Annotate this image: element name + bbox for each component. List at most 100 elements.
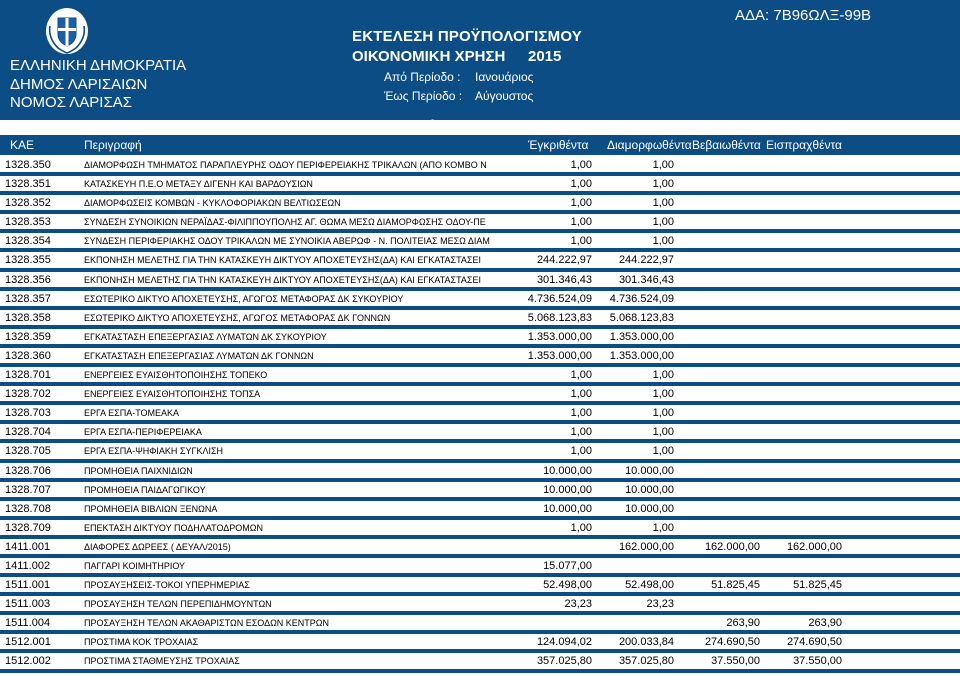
formed-cell: 1,00 — [652, 521, 674, 534]
formed-cell: 10.000,00 — [625, 483, 674, 496]
table-row: 1411.002 ΠΑΓΓΑΡΙ ΚΟΙΜΗΤΗΡΙΟΥ 15.077,00 — [0, 558, 960, 578]
kae-cell: 1511.003 — [5, 598, 51, 611]
ada-code: ΑΔΑ: 7Β96ΩΛΞ-99Β — [735, 7, 872, 24]
kae-cell: 1328.351 — [5, 178, 51, 191]
formed-cell: 1,00 — [652, 426, 674, 439]
certified-cell: 51.825,45 — [711, 579, 760, 592]
kae-cell: 1328.706 — [5, 464, 51, 477]
column-header-bar: ΚΑΕ Περιγραφή Έγκριθέντα Διαμορφωθέντα Β… — [0, 135, 960, 155]
table-row: 1328.707 ΠΡΟΜΗΘΕΙΑ ΠΑΙΔΑΓΩΓΙΚΟΥ 10.000,00 1… — [0, 482, 960, 501]
kae-cell: 1328.709 — [5, 521, 51, 534]
formed-cell: 23,23 — [646, 598, 674, 611]
certified-cell: 263,90 — [726, 617, 760, 630]
fiscal-year-line: ΟΙΚΟΝΟΜΙΚΗ ΧΡΗΣΗ 2015 — [352, 48, 561, 65]
report-subtitle: Προϋπολογισμός Εσόδων — [376, 117, 552, 133]
certified-cell: 162.000,00 — [704, 540, 760, 553]
formed-cell: 1,00 — [652, 388, 674, 401]
formed-cell: 5.068.123,83 — [609, 311, 674, 324]
column-formed: Διαμορφωθέντα — [607, 138, 692, 152]
kae-cell: 1328.357 — [5, 292, 51, 305]
table-row: 1328.354 ΣΥΝΔΕΣΗ ΠΕΡΙΦΕΡΙΑΚΗΣ ΟΔΟΥ ΤΡΙΚΑΛ… — [0, 233, 960, 253]
approved-cell: 244.222,97 — [536, 254, 592, 267]
table-row: 1511.004 ΠΡΟΣΑΥΞΗΣΗ ΤΕΛΩΝ ΑΚΑΘΑΡΙΣΤΩΝ ΕΣΟ… — [0, 615, 960, 635]
kae-cell: 1411.002 — [5, 559, 51, 572]
country-name: ΕΛΛΗΝΙΚΗ ΔΗΜΟΚΡΑΤΙΑ — [10, 57, 187, 74]
description-cell: ΠΡΟΜΗΘΕΙΑ ΠΑΙΔΑΓΩΓΙΚΟΥ — [84, 484, 206, 495]
approved-cell: 1,00 — [570, 388, 592, 401]
table-row: 1328.358 ΕΣΩΤΕΡΙΚΟ ΔΙΚΤΥΟ ΑΠΟΧΕΤΕΥΣΗΣ, ΑΓ… — [0, 310, 960, 329]
fiscal-year-label: ΟΙΚΟΝΟΜΙΚΗ ΧΡΗΣΗ — [352, 48, 506, 65]
table-row: 1328.356 ΕΚΠΟΝΗΣΗ ΜΕΛΕΤΗΣ ΓΙΑ ΤΗΝ ΚΑΤΑΣΚΕ… — [0, 272, 960, 291]
formed-cell: 1,00 — [652, 369, 674, 382]
description-cell: ΕΝΕΡΓΕΙΕΣ ΕΥΑΙΣΘΗΤΟΠΟΙΗΣΗΣ ΤΟΠΣΑ — [84, 389, 261, 400]
table-row: 1512.002 ΠΡΟΣΤΙΜΑ ΣΤΑΘΜΕΥΣΗΣ ΤΡΟΧΑΙΑΣ 357.… — [0, 653, 960, 673]
formed-cell: 1,00 — [652, 216, 674, 229]
description-cell: ΔΙΑΦΟΡΕΣ ΔΩΡΕΕΣ ( ΔΕΥΑΛ/2015) — [84, 541, 231, 552]
description-cell: ΕΡΓΑ ΕΣΠΑ-ΤΟΜΕΑΚΑ — [84, 408, 180, 419]
description-cell: ΕΚΠΟΝΗΣΗ ΜΕΛΕΤΗΣ ΓΙΑ ΤΗΝ ΚΑΤΑΣΚΕΥΗ ΔΙΚΤΥ… — [84, 274, 482, 285]
certified-cell: 37.550,00 — [711, 655, 760, 668]
table-row: 1328.360 ΕΓΚΑΤΑΣΤΑΣΗ ΕΠΕΞΕΡΓΑΣΙΑΣ ΛΥΜΑΤΩΝ… — [0, 348, 960, 368]
kae-cell: 1328.358 — [5, 311, 51, 324]
kae-cell: 1411.001 — [5, 540, 51, 553]
formed-cell: 1,00 — [652, 407, 674, 420]
kae-cell: 1328.354 — [5, 235, 51, 248]
kae-cell: 1328.704 — [5, 426, 51, 439]
formed-cell: 1,00 — [652, 159, 674, 171]
description-cell: ΕΣΩΤΕΡΙΚΟ ΔΙΚΤΥΟ ΑΠΟΧΕΤΕΥΣΗΣ, ΑΓΩΓΟΣ ΜΕΤ… — [84, 312, 391, 323]
column-certified: Βεβαιωθέντα — [692, 138, 761, 152]
kae-cell: 1328.353 — [5, 216, 51, 229]
kae-cell: 1328.703 — [5, 407, 51, 420]
approved-cell: 23,23 — [564, 598, 592, 611]
prefecture-name: ΝΟΜΟΣ ΛΑΡΙΣΑΣ — [10, 94, 133, 111]
collected-cell: 263,90 — [808, 617, 842, 630]
description-cell: ΕΚΠΟΝΗΣΗ ΜΕΛΕΤΗΣ ΓΙΑ ΤΗΝ ΚΑΤΑΣΚΕΥΗ ΔΙΚΤΥ… — [84, 255, 482, 266]
table-row: 1328.704 ΕΡΓΑ ΕΣΠΑ-ΠΕΡΙΦΕΡΕΙΑΚΑ 1,00 1,00 — [0, 424, 960, 444]
collected-cell: 51.825,45 — [793, 579, 842, 592]
description-cell: ΕΠΕΚΤΑΣΗ ΔΙΚΤΥΟΥ ΠΟΔΗΛΑΤΟΔΡΟΜΩΝ — [84, 522, 264, 533]
table-row: 1328.706 ΠΡΟΜΗΘΕΙΑ ΠΑΙΧΝΙΔΙΩΝ 10.000,00 10.… — [0, 463, 960, 482]
kae-cell: 1512.002 — [5, 655, 51, 668]
formed-cell: 162.000,00 — [618, 540, 674, 553]
collected-cell: 37.550,00 — [793, 655, 842, 668]
description-cell: ΠΡΟΣΤΙΜΑ ΚΟΚ ΤΡΟΧΑΙΑΣ — [84, 637, 199, 648]
description-cell: ΠΡΟΣΑΥΞΗΣΕΙΣ-ΤΟΚΟΙ ΥΠΕΡΗΜΕΡΙΑΣ — [84, 580, 250, 591]
approved-cell: 1,00 — [570, 445, 592, 458]
description-cell: ΕΓΚΑΤΑΣΤΑΣΗ ΕΠΕΞΕΡΓΑΣΙΑΣ ΛΥΜΑΤΩΝ ΔΚ ΓΟΝΝ… — [84, 350, 314, 361]
fiscal-year-value: 2015 — [528, 48, 562, 65]
period-to-label: Έως Περίοδο : — [384, 89, 463, 103]
description-cell: ΣΥΝΔΕΣΗ ΠΕΡΙΦΕΡΙΑΚΗΣ ΟΔΟΥ ΤΡΙΚΑΛΩΝ ΜΕ ΣΥ… — [84, 236, 490, 247]
kae-cell: 1328.359 — [5, 330, 51, 343]
description-cell: ΕΡΓΑ ΕΣΠΑ-ΠΕΡΙΦΕΡΕΙΑΚΑ — [84, 427, 202, 438]
kae-cell: 1328.350 — [5, 159, 51, 171]
column-collected: Εισπραχθέντα — [766, 138, 842, 152]
description-cell: ΣΥΝΔΕΣΗ ΣΥΝΟΙΚΙΩΝ ΝΕΡΑΪΔΑΣ-ΦΙΛΙΠΠΟΥΠΟΛΗΣ… — [84, 217, 486, 228]
approved-cell: 1,00 — [570, 426, 592, 439]
collected-cell: 274.690,50 — [786, 636, 842, 649]
kae-cell: 1328.356 — [5, 273, 51, 286]
formed-cell: 1,00 — [652, 235, 674, 248]
formed-cell: 10.000,00 — [625, 502, 674, 515]
period-to: Έως Περίοδο : Αύγουστος — [384, 89, 533, 103]
description-cell: ΔΙΑΜΟΡΦΩΣΗ ΤΜΗΜΑΤΟΣ ΠΑΡΑΠΛΕΥΡΗΣ ΟΔΟΥ ΠΕΡ… — [84, 160, 487, 170]
description-cell: ΠΡΟΜΗΘΕΙΑ ΠΑΙΧΝΙΔΙΩΝ — [84, 465, 193, 476]
budget-table-body: 1328.350 ΔΙΑΜΟΡΦΩΣΗ ΤΜΗΜΑΤΟΣ ΠΑΡΑΠΛΕΥΡΗΣ … — [0, 157, 960, 673]
formed-cell: 1,00 — [652, 445, 674, 458]
formed-cell: 1,00 — [652, 197, 674, 210]
period-to-value: Αύγουστος — [475, 89, 534, 103]
formed-cell: 10.000,00 — [625, 464, 674, 477]
kae-cell: 1328.705 — [5, 445, 51, 458]
table-row: 1328.359 ΕΓΚΑΤΑΣΤΑΣΗ ΕΠΕΞΕΡΓΑΣΙΑΣ ΛΥΜΑΤΩΝ… — [0, 329, 960, 349]
table-row: 1328.708 ΠΡΟΜΗΘΕΙΑ ΒΙΒΛΙΩΝ ΞΕΝΩΝΑ 10.000,0… — [0, 501, 960, 520]
description-cell: ΠΡΟΜΗΘΕΙΑ ΒΙΒΛΙΩΝ ΞΕΝΩΝΑ — [84, 503, 218, 514]
approved-cell: 52.498,00 — [543, 579, 592, 592]
table-row: 1328.350 ΔΙΑΜΟΡΦΩΣΗ ΤΜΗΜΑΤΟΣ ΠΑΡΑΠΛΕΥΡΗΣ … — [0, 157, 960, 177]
description-cell: ΕΝΕΡΓΕΙΕΣ ΕΥΑΙΣΘΗΤΟΠΟΙΗΣΗΣ ΤΟΠΕΚΟ — [84, 370, 268, 381]
table-row: 1328.351 ΚΑΤΑΣΚΕΥΗ Π.Ε.Ο ΜΕΤΑΞΥ ΔΙΓΕΝΗ ΚΑ… — [0, 176, 960, 196]
kae-cell: 1511.001 — [5, 579, 51, 592]
collected-cell: 162.000,00 — [786, 540, 842, 553]
table-row: 1328.705 ΕΡΓΑ ΕΣΠΑ-ΨΗΦΙΑΚΗ ΣΥΓΚΛΙΣΗ 1,00 1,… — [0, 443, 960, 463]
approved-cell: 10.000,00 — [543, 483, 592, 496]
approved-cell: 1,00 — [570, 407, 592, 420]
formed-cell: 52.498,00 — [625, 579, 674, 592]
